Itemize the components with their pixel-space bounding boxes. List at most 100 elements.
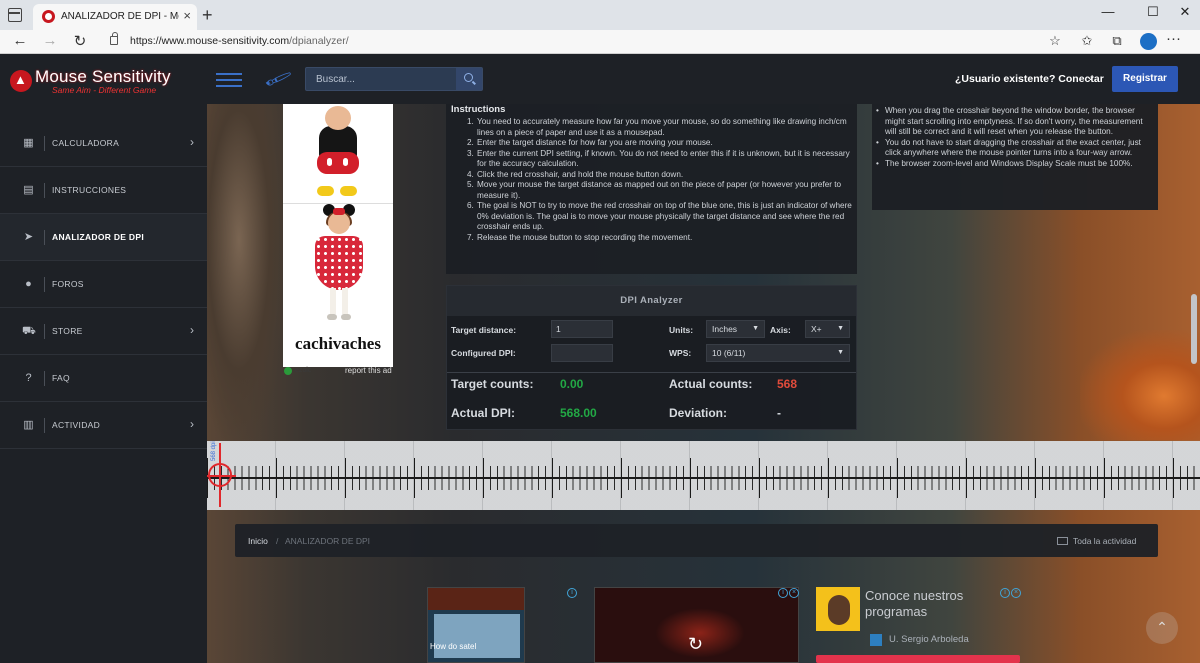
ad-choices-icon[interactable]: i (778, 588, 788, 598)
chevron-down-icon: ▼ (837, 349, 844, 356)
sidebar-item-analizador[interactable]: ➤ ANALIZADOR DE DPI (0, 214, 207, 261)
ad-choices-icon[interactable]: i (1000, 588, 1010, 598)
actual-counts-label: Actual counts: (669, 377, 753, 391)
promo-advertisement[interactable]: Conoce nuestros programas U. Sergio Arbo… (814, 587, 1024, 663)
register-button[interactable]: Registrar (1112, 66, 1178, 92)
search-input[interactable] (306, 68, 456, 90)
chevron-down-icon: ▼ (837, 325, 844, 332)
promo-button[interactable] (816, 655, 1020, 663)
sidebar-item-actividad[interactable]: ▥ ACTIVIDAD › (0, 402, 207, 449)
more-menu-icon[interactable]: ··· (1166, 30, 1181, 47)
advertisement[interactable]: cachivaches (283, 104, 393, 367)
site-header: Mouse Sensitivity Same Aim - Different G… (0, 54, 1200, 104)
chevron-right-icon: › (190, 417, 194, 431)
close-tab-icon[interactable]: × (183, 8, 191, 23)
actual-counts-value: 568 (777, 377, 798, 391)
deviation-label: Deviation: (669, 406, 728, 420)
ad-image (313, 106, 363, 198)
instructions-title: Instructions (451, 104, 506, 115)
advertisement[interactable]: How do satel (427, 587, 525, 663)
scroll-to-top-button[interactable]: ⌃ (1146, 612, 1178, 644)
comments-icon: ● (25, 278, 32, 290)
red-crosshair[interactable] (207, 443, 236, 507)
ad-close-icon[interactable]: × (1011, 588, 1021, 598)
scrollbar-thumb[interactable] (1191, 294, 1197, 364)
add-favorite-icon[interactable]: ☆ (1046, 33, 1064, 49)
sidebar: ▦ CALCULADORA › ▤ INSTRUCCIONES ➤ ANALIZ… (0, 104, 207, 663)
tips-panel: When you drag the crosshair beyond the w… (872, 104, 1158, 210)
list-item: The browser zoom-level and Windows Displ… (874, 159, 1156, 170)
address-toolbar: ← → ↻ https://www.mouse-sensitivity.com/… (0, 30, 1200, 54)
url-field[interactable]: https://www.mouse-sensitivity.com/dpiana… (100, 31, 1072, 52)
lock-icon[interactable] (110, 32, 118, 45)
back-icon[interactable]: ← (10, 32, 30, 49)
axis-label: Axis: (770, 325, 791, 335)
list-item: 5. Move your mouse the target distance as… (467, 180, 842, 200)
ad-close-icon[interactable]: × (789, 588, 799, 598)
sidebar-item-faq[interactable]: ? FAQ (0, 355, 207, 402)
forward-icon[interactable]: → (40, 32, 60, 49)
sidebar-item-label: INSTRUCCIONES (52, 185, 127, 195)
activity-icon[interactable] (1057, 537, 1068, 545)
close-window-icon[interactable]: ✕ (1175, 4, 1195, 20)
instructions-panel: Instructions 1. You need to accurately me… (446, 104, 857, 274)
measurement-ruler[interactable]: 568 dpi (207, 441, 1200, 510)
list-item: 6. The goal is NOT to try to move the red… (467, 201, 852, 231)
promo-title: Conoce nuestros programas (865, 588, 964, 619)
calculator-icon: ▦ (23, 137, 34, 149)
theme-brush-icon[interactable]: 🖌 (263, 64, 294, 95)
target-distance-label: Target distance: (451, 325, 517, 335)
background-art (1080, 330, 1200, 440)
tab-actions-icon[interactable] (8, 8, 22, 22)
refresh-icon[interactable]: ↻ (70, 32, 90, 50)
chevron-down-icon: ▼ (752, 325, 759, 332)
university-logo-icon (870, 634, 882, 646)
chevron-down-icon[interactable]: ⌄ (1086, 70, 1095, 83)
list-item: 1. You need to accurately measure how far… (467, 117, 847, 137)
profile-avatar[interactable] (1140, 33, 1157, 50)
promo-author: U. Sergio Arboleda (889, 634, 969, 645)
site-logo[interactable]: Mouse Sensitivity Same Aim - Different G… (10, 67, 200, 98)
sidebar-item-store[interactable]: ⛟ STORE › (0, 308, 207, 355)
breadcrumb-home-link[interactable]: Inicio (248, 536, 268, 546)
collections-icon[interactable]: ⧉ (1108, 33, 1126, 49)
replay-icon[interactable]: ↻ (688, 634, 703, 655)
ezoic-icon[interactable] (284, 367, 292, 375)
analyzer-title: DPI Analyzer (447, 286, 856, 316)
actual-dpi-label: Actual DPI: (451, 406, 516, 420)
browser-tab[interactable]: ANALIZADOR DE DPI - Mouse Se × (33, 4, 197, 30)
favorites-icon[interactable]: ✩ (1078, 33, 1096, 49)
list-item: 4. Click the red crosshair, and hold the … (467, 169, 684, 179)
sidebar-item-calculadora[interactable]: ▦ CALCULADORA › (0, 120, 207, 167)
minimize-icon[interactable]: — (1098, 4, 1118, 19)
search-icon[interactable] (456, 68, 482, 90)
mouse-pointer-icon: ➤ (23, 231, 34, 243)
instructions-list: 1. You need to accurately measure how far… (454, 117, 855, 243)
page-scrollbar[interactable] (1188, 104, 1200, 663)
login-link[interactable]: ¿Usuario existente? Conectar (955, 73, 1104, 85)
chart-icon: ▥ (23, 419, 34, 431)
ezoic-label[interactable]: ezoic (295, 367, 311, 374)
target-counts-label: Target counts: (451, 377, 534, 391)
units-label: Units: (669, 325, 694, 335)
cart-icon: ⛟ (22, 325, 36, 337)
report-ad-link[interactable]: report this ad (345, 366, 392, 375)
crosshair-label: 568 dpi (211, 441, 217, 461)
new-tab-icon[interactable]: + (202, 5, 213, 26)
logo-mark-icon (10, 70, 32, 92)
menu-toggle-icon[interactable] (216, 73, 242, 87)
configured-dpi-input[interactable] (551, 344, 613, 362)
book-icon: ▤ (23, 184, 34, 196)
sidebar-item-instrucciones[interactable]: ▤ INSTRUCCIONES (0, 167, 207, 214)
ad-choices-icon[interactable]: i (567, 588, 577, 598)
all-activity-link[interactable]: Toda la actividad (1073, 536, 1136, 546)
target-distance-input[interactable]: 1 (551, 320, 613, 338)
tab-title: ANALIZADOR DE DPI - Mouse Se (61, 11, 179, 22)
axis-select[interactable]: X+ ▼ (805, 320, 850, 338)
sidebar-item-foros[interactable]: ● FOROS (0, 261, 207, 308)
units-select[interactable]: Inches ▼ (706, 320, 765, 338)
dpi-analyzer-panel: DPI Analyzer Target distance: 1 Configur… (446, 285, 857, 430)
configured-dpi-label: Configured DPI: (451, 348, 516, 358)
wps-select[interactable]: 10 (6/11) ▼ (706, 344, 850, 362)
maximize-icon[interactable]: ☐ (1143, 4, 1163, 20)
